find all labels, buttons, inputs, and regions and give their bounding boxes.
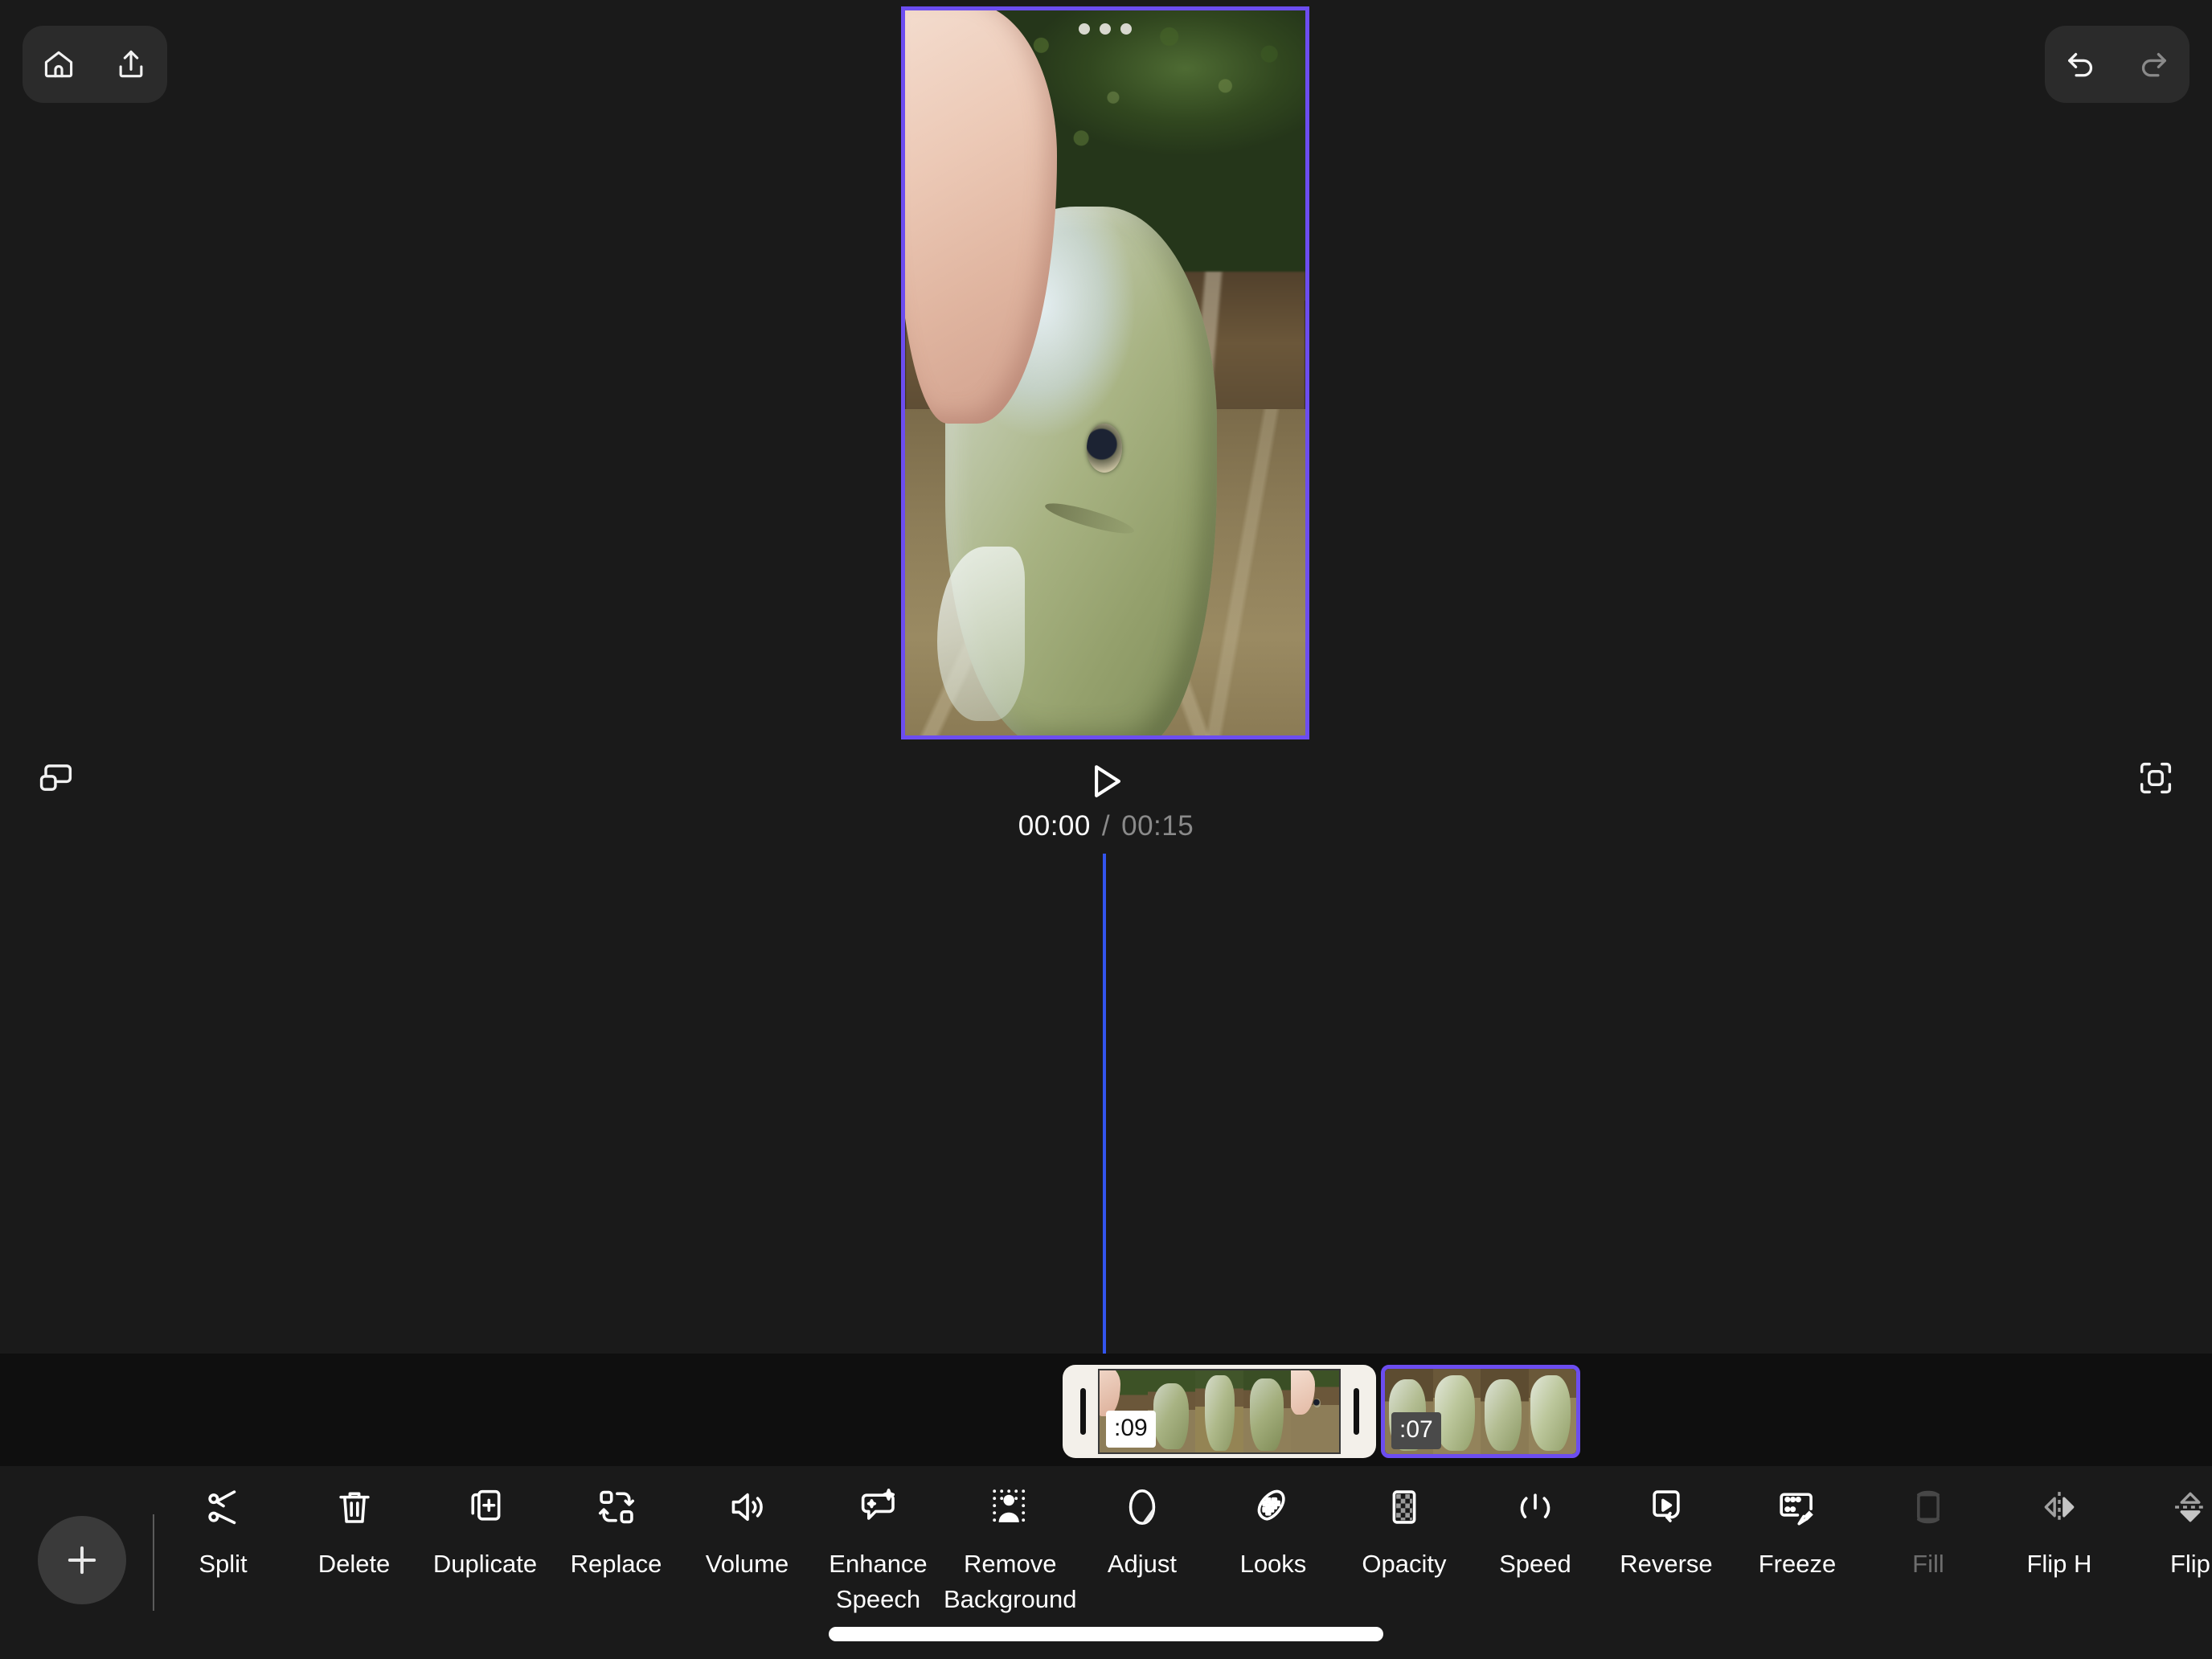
speaker-icon xyxy=(726,1481,769,1534)
tool-label: Remove Background xyxy=(944,1550,1077,1614)
time-separator: / xyxy=(1101,810,1111,842)
tool-label: Enhance Speech xyxy=(829,1550,928,1614)
tool-label: Duplicate xyxy=(432,1550,538,1578)
drag-dot xyxy=(1120,23,1132,35)
tool-freeze[interactable]: Freeze xyxy=(1731,1481,1862,1582)
scene-fish-eye xyxy=(1086,424,1122,473)
tool-flip-vertical[interactable]: Flip xyxy=(2124,1481,2212,1582)
tool-duplicate[interactable]: Duplicate xyxy=(420,1481,551,1582)
reverse-loop-icon xyxy=(1645,1481,1688,1534)
scissors-icon xyxy=(202,1481,245,1534)
tool-remove-background[interactable]: Remove Background xyxy=(944,1481,1076,1617)
tool-fill[interactable]: Fill xyxy=(1862,1481,1993,1582)
tool-looks[interactable]: Looks xyxy=(1207,1481,1338,1582)
thumb-frame xyxy=(1481,1369,1529,1454)
tool-label: Volume xyxy=(705,1550,789,1578)
timeline-track: :09 :07 xyxy=(0,1354,2212,1466)
tool-volume[interactable]: Volume xyxy=(682,1481,813,1582)
tool-label: Speed xyxy=(1499,1550,1571,1578)
tool-label: Opacity xyxy=(1362,1550,1447,1578)
thumb-frame xyxy=(1243,1370,1292,1452)
tool-label: Fill xyxy=(1912,1550,1944,1578)
freeze-pin-icon xyxy=(1776,1481,1819,1534)
video-preview[interactable] xyxy=(901,6,1309,739)
tool-enhance-speech[interactable]: Enhance Speech xyxy=(813,1481,944,1617)
preview-stage: 00:00 / 00:15 xyxy=(0,0,2212,1350)
timeline-clip-2[interactable]: :07 xyxy=(1381,1365,1580,1458)
tool-label: Adjust xyxy=(1107,1550,1178,1578)
timeline[interactable]: :09 :07 xyxy=(0,1354,2212,1466)
clip-1-filmstrip: :09 xyxy=(1098,1369,1341,1454)
trash-icon xyxy=(333,1481,376,1534)
adjust-contrast-icon xyxy=(1120,1481,1164,1534)
timecode-display: 00:00 / 00:15 xyxy=(0,810,2212,842)
tool-label: Split xyxy=(199,1550,248,1578)
current-time: 00:00 xyxy=(1018,810,1091,842)
tool-replace[interactable]: Replace xyxy=(551,1481,682,1582)
preview-drag-handle[interactable] xyxy=(1079,23,1132,35)
clip-duration-badge: :09 xyxy=(1106,1411,1156,1448)
tool-label: Freeze xyxy=(1758,1550,1837,1578)
tool-adjust[interactable]: Adjust xyxy=(1076,1481,1207,1582)
tool-delete[interactable]: Delete xyxy=(289,1481,420,1582)
play-button[interactable] xyxy=(1078,754,1133,809)
clip-duration-badge: :07 xyxy=(1391,1412,1441,1449)
tool-reverse[interactable]: Reverse xyxy=(1600,1481,1731,1582)
speed-gauge-icon xyxy=(1514,1481,1557,1534)
add-media-button[interactable] xyxy=(38,1516,126,1604)
scene-fish-gill xyxy=(1043,498,1137,540)
video-editor-app: 00:00 / 00:15 :09:07 Split Delete Duplica… xyxy=(0,0,2212,1659)
tool-label: Reverse xyxy=(1620,1550,1713,1578)
timeline-clip-1[interactable]: :09 xyxy=(1063,1365,1376,1458)
tool-split[interactable]: Split xyxy=(158,1481,289,1582)
clip-2-filmstrip: :07 xyxy=(1385,1369,1576,1454)
trim-handle-right[interactable] xyxy=(1341,1365,1371,1458)
home-indicator xyxy=(829,1627,1383,1641)
tool-opacity[interactable]: Opacity xyxy=(1338,1481,1469,1582)
aspect-ratio-icon[interactable] xyxy=(27,749,85,807)
looks-filter-icon xyxy=(1251,1481,1295,1534)
fill-frame-icon xyxy=(1907,1481,1950,1534)
tool-label: Flip H xyxy=(2026,1550,2092,1578)
tool-label: Flip xyxy=(2169,1550,2210,1578)
tool-label: Looks xyxy=(1239,1550,1307,1578)
remove-background-icon xyxy=(989,1481,1032,1534)
tool-flip-horizontal[interactable]: Flip H xyxy=(1993,1481,2124,1582)
tool-label: Replace xyxy=(570,1550,662,1578)
tool-speed[interactable]: Speed xyxy=(1469,1481,1600,1582)
fullscreen-icon[interactable] xyxy=(2127,749,2185,807)
drag-dot xyxy=(1100,23,1111,35)
drag-dot xyxy=(1079,23,1090,35)
total-duration: 00:15 xyxy=(1121,810,1194,842)
checkerboard-icon xyxy=(1382,1481,1426,1534)
tool-label: Delete xyxy=(317,1550,391,1578)
flip-vertical-icon xyxy=(2169,1481,2212,1534)
duplicate-icon xyxy=(464,1481,507,1534)
replace-swap-icon xyxy=(595,1481,638,1534)
thumb-frame xyxy=(1528,1369,1576,1454)
preview-frame-image xyxy=(905,10,1305,735)
thumb-frame xyxy=(1291,1370,1339,1452)
toolbar-divider xyxy=(153,1514,154,1611)
trim-handle-left[interactable] xyxy=(1067,1365,1098,1458)
flip-horizontal-icon xyxy=(2038,1481,2081,1534)
thumb-frame xyxy=(1195,1370,1243,1452)
speech-sparkle-icon xyxy=(857,1481,900,1534)
